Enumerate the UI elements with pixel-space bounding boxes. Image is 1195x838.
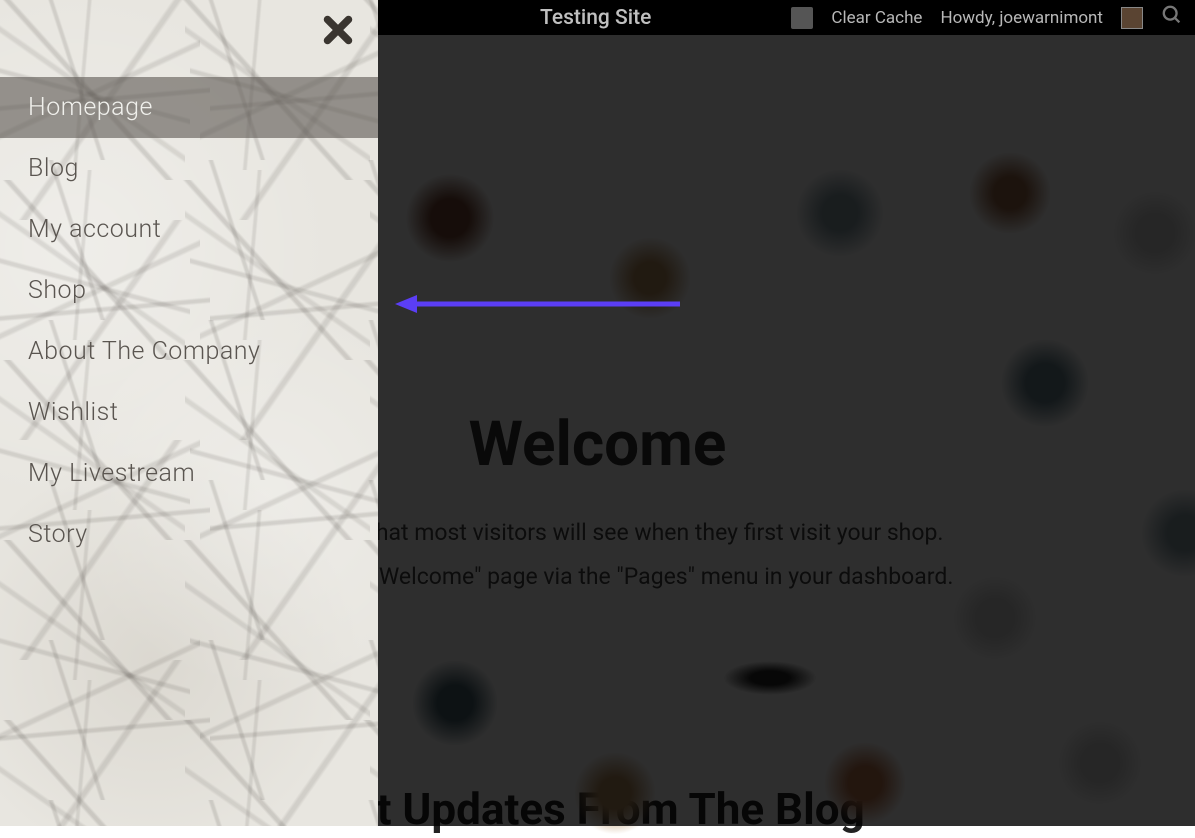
comment-icon[interactable] <box>791 7 813 29</box>
user-greeting[interactable]: Howdy, joewarnimont <box>940 8 1103 28</box>
close-icon <box>320 12 356 48</box>
nav-item-about[interactable]: About The Company <box>0 321 378 382</box>
nav-item-my-account[interactable]: My account <box>0 199 378 260</box>
clear-cache-link[interactable]: Clear Cache <box>831 8 922 28</box>
close-button[interactable] <box>316 8 360 52</box>
sidebar-menu: Homepage Blog My account Shop About The … <box>0 0 378 826</box>
nav-item-wishlist[interactable]: Wishlist <box>0 382 378 443</box>
nav-item-blog[interactable]: Blog <box>0 138 378 199</box>
annotation-arrow <box>395 292 685 320</box>
nav-item-shop[interactable]: Shop <box>0 260 378 321</box>
nav-item-story[interactable]: Story <box>0 504 378 565</box>
nav-item-homepage[interactable]: Homepage <box>0 77 378 138</box>
nav-item-livestream[interactable]: My Livestream <box>0 443 378 504</box>
site-title[interactable]: Testing Site <box>540 6 651 30</box>
search-icon[interactable] <box>1161 4 1183 31</box>
nav-list: Homepage Blog My account Shop About The … <box>0 77 378 565</box>
avatar[interactable] <box>1121 7 1143 29</box>
